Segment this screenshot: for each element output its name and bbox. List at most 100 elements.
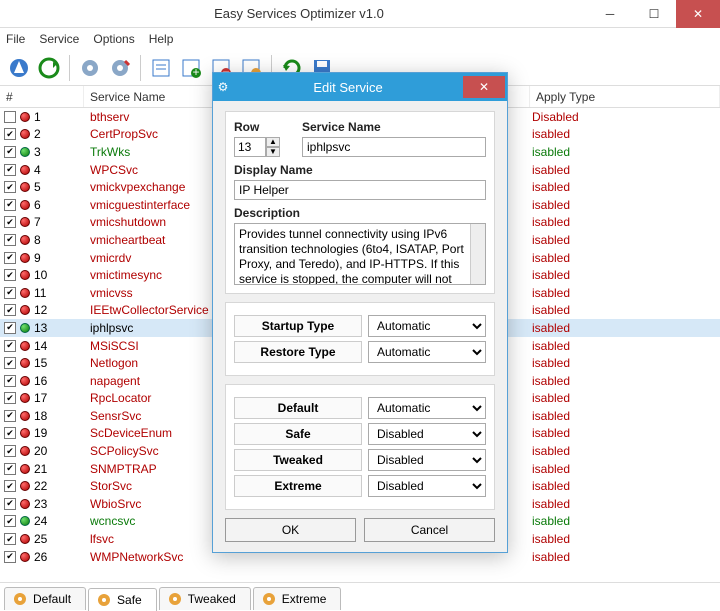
status-dot-icon (20, 376, 30, 386)
apply-type: isabled (532, 180, 570, 194)
status-dot-icon (20, 305, 30, 315)
row-number: 23 (34, 497, 47, 511)
dialog-titlebar[interactable]: ⚙ Edit Service ✕ (213, 73, 507, 101)
apply-type: isabled (532, 391, 570, 405)
toolbar-refresh-icon[interactable] (36, 55, 62, 81)
edit-service-dialog: ⚙ Edit Service ✕ Row ▲▼ Service Name Dis (212, 72, 508, 553)
column-apply-type[interactable]: Apply Type (530, 86, 720, 107)
row-checkbox[interactable]: ✔ (4, 533, 16, 545)
startup-type-label: Startup Type (234, 315, 362, 337)
row-checkbox[interactable]: ✔ (4, 463, 16, 475)
apply-type: isabled (532, 479, 570, 493)
row-checkbox[interactable]: ✔ (4, 252, 16, 264)
tab-tweaked[interactable]: Tweaked (159, 587, 251, 610)
row-checkbox[interactable]: ✔ (4, 392, 16, 404)
row-checkbox[interactable]: ✔ (4, 164, 16, 176)
row-checkbox[interactable]: ✔ (4, 287, 16, 299)
toolbar-list-add-icon[interactable]: + (178, 55, 204, 81)
description-textarea[interactable]: Provides tunnel connectivity using IPv6 … (234, 223, 486, 285)
row-checkbox[interactable]: ✔ (4, 551, 16, 563)
service-name: vmicheartbeat (90, 233, 165, 247)
service-name: wcncsvc (90, 514, 135, 528)
menu-service[interactable]: Service (39, 32, 79, 46)
row-checkbox[interactable]: ✔ (4, 427, 16, 439)
toolbar-rocket-icon[interactable] (6, 55, 32, 81)
service-name: MSiSCSI (90, 339, 139, 353)
row-number: 11 (34, 286, 46, 300)
row-checkbox[interactable]: ✔ (4, 216, 16, 228)
extreme-select[interactable]: Disabled (368, 475, 486, 497)
row-checkbox[interactable]: ✔ (4, 445, 16, 457)
row-checkbox[interactable]: ✔ (4, 498, 16, 510)
toolbar-list1-icon[interactable] (148, 55, 174, 81)
display-name-input[interactable] (234, 180, 486, 200)
apply-type: Disabled (532, 110, 579, 124)
apply-type: isabled (532, 303, 570, 317)
service-name: bthserv (90, 110, 129, 124)
service-name: napagent (90, 374, 140, 388)
window-minimize-button[interactable]: ─ (588, 0, 632, 28)
tab-default[interactable]: Default (4, 587, 86, 610)
extreme-label: Extreme (234, 475, 362, 497)
service-name: vmicvss (90, 286, 133, 300)
dialog-title: Edit Service (233, 80, 463, 95)
status-dot-icon (20, 446, 30, 456)
row-checkbox[interactable]: ✔ (4, 322, 16, 334)
row-checkbox[interactable]: ✔ (4, 515, 16, 527)
row-number: 2 (34, 127, 41, 141)
ok-button[interactable]: OK (225, 518, 356, 542)
dialog-close-button[interactable]: ✕ (463, 76, 505, 98)
status-dot-icon (20, 481, 30, 491)
row-checkbox[interactable]: ✔ (4, 146, 16, 158)
apply-type: isabled (532, 532, 570, 546)
service-name: vmicrdv (90, 251, 131, 265)
tweaked-select[interactable]: Disabled (368, 449, 486, 471)
window-close-button[interactable]: ✕ (676, 0, 720, 28)
row-checkbox[interactable]: ✔ (4, 234, 16, 246)
service-name-input[interactable] (302, 137, 486, 157)
column-number[interactable]: # (0, 86, 84, 107)
toolbar-gear2-icon[interactable] (107, 55, 133, 81)
status-dot-icon (20, 147, 30, 157)
safe-select[interactable]: Disabled (368, 423, 486, 445)
window-maximize-button[interactable]: ☐ (632, 0, 676, 28)
row-checkbox[interactable]: ✔ (4, 128, 16, 140)
row-checkbox[interactable]: ✔ (4, 340, 16, 352)
row-number: 24 (34, 514, 47, 528)
spin-up-icon[interactable]: ▲ (266, 137, 280, 147)
apply-type: isabled (532, 444, 570, 458)
row-checkbox[interactable] (4, 111, 16, 123)
service-name-label: Service Name (302, 120, 486, 134)
menu-help[interactable]: Help (149, 32, 174, 46)
startup-type-select[interactable]: Automatic (368, 315, 486, 337)
default-select[interactable]: Automatic (368, 397, 486, 419)
row-number: 4 (34, 163, 41, 177)
scrollbar[interactable] (470, 224, 485, 284)
apply-type: isabled (532, 462, 570, 476)
apply-type: isabled (532, 163, 570, 177)
toolbar-gear1-icon[interactable] (77, 55, 103, 81)
row-checkbox[interactable]: ✔ (4, 199, 16, 211)
menu-file[interactable]: File (6, 32, 25, 46)
menu-options[interactable]: Options (93, 32, 134, 46)
row-checkbox[interactable]: ✔ (4, 410, 16, 422)
row-spinner[interactable]: ▲▼ (234, 137, 292, 157)
row-checkbox[interactable]: ✔ (4, 269, 16, 281)
status-dot-icon (20, 270, 30, 280)
row-checkbox[interactable]: ✔ (4, 304, 16, 316)
tab-extreme[interactable]: Extreme (253, 587, 342, 610)
row-label: Row (234, 120, 292, 134)
cancel-button[interactable]: Cancel (364, 518, 495, 542)
row-checkbox[interactable]: ✔ (4, 357, 16, 369)
apply-type: isabled (532, 321, 570, 335)
row-checkbox[interactable]: ✔ (4, 181, 16, 193)
row-checkbox[interactable]: ✔ (4, 375, 16, 387)
row-checkbox[interactable]: ✔ (4, 480, 16, 492)
row-number: 10 (34, 268, 47, 282)
spin-down-icon[interactable]: ▼ (266, 147, 280, 157)
tab-safe[interactable]: Safe (88, 588, 157, 611)
row-input[interactable] (234, 137, 266, 157)
restore-type-select[interactable]: Automatic (368, 341, 486, 363)
row-number: 12 (34, 303, 47, 317)
status-dot-icon (20, 499, 30, 509)
